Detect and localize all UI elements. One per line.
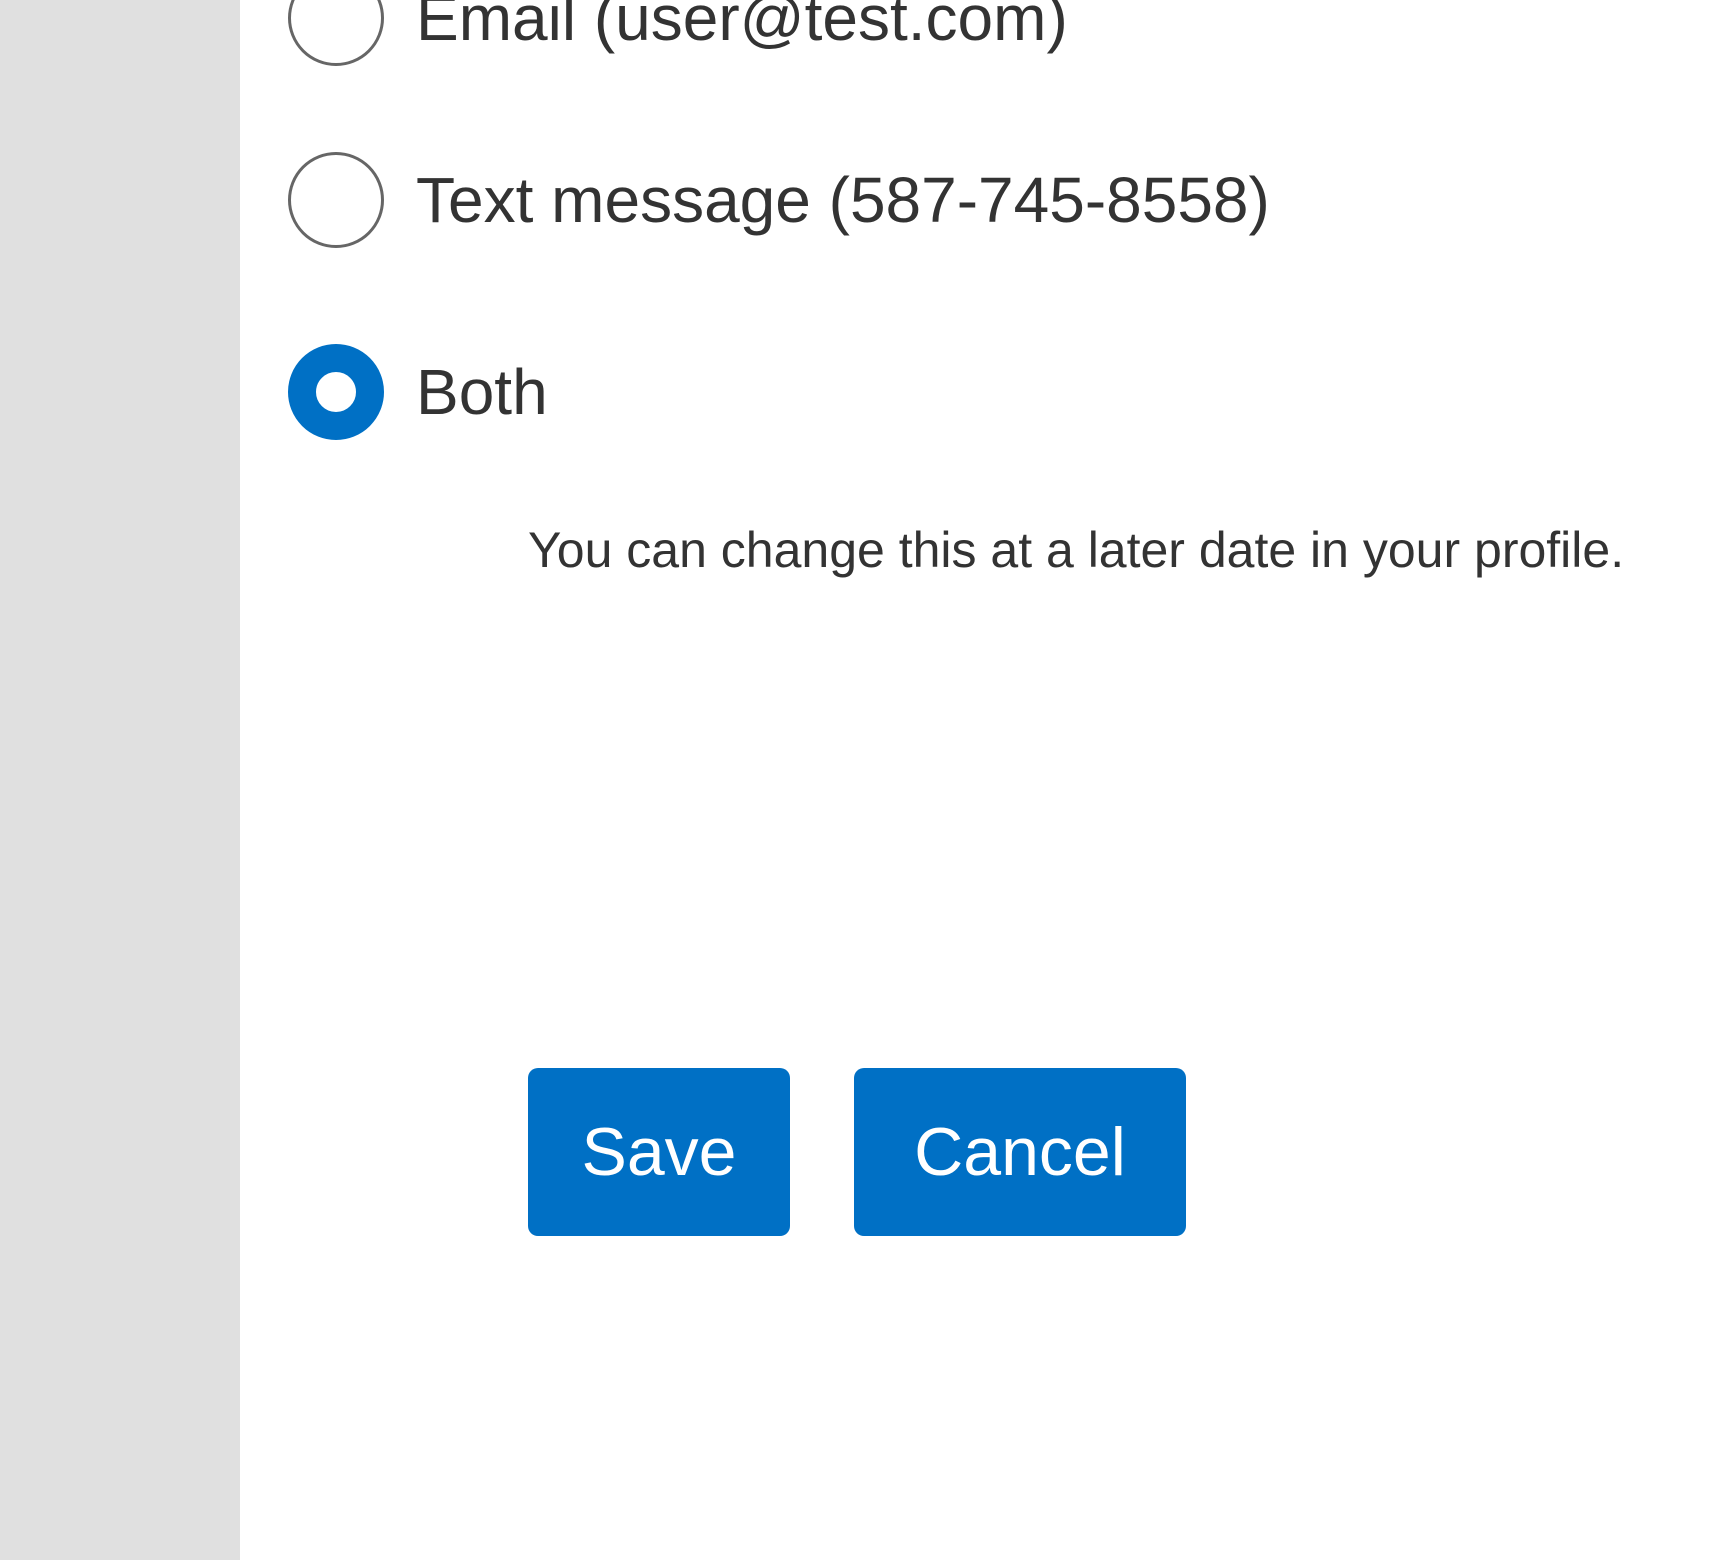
- save-button[interactable]: Save: [528, 1068, 790, 1236]
- radio-option-email[interactable]: Email (user@test.com): [288, 0, 1068, 68]
- radio-button-email[interactable]: [288, 0, 384, 66]
- hint-text: You can change this at a later date in y…: [528, 522, 1625, 578]
- radio-label-email: Email (user@test.com): [416, 0, 1068, 54]
- radio-option-text-message[interactable]: Text message (587-745-8558): [288, 150, 1270, 250]
- radio-label-text-message: Text message (587-745-8558): [416, 164, 1270, 236]
- left-rail: [0, 0, 240, 1560]
- radio-option-both[interactable]: Both: [288, 342, 548, 442]
- radio-button-both[interactable]: [288, 344, 384, 440]
- radio-button-text-message[interactable]: [288, 152, 384, 248]
- cancel-button[interactable]: Cancel: [854, 1068, 1186, 1236]
- radio-label-both: Both: [416, 356, 548, 428]
